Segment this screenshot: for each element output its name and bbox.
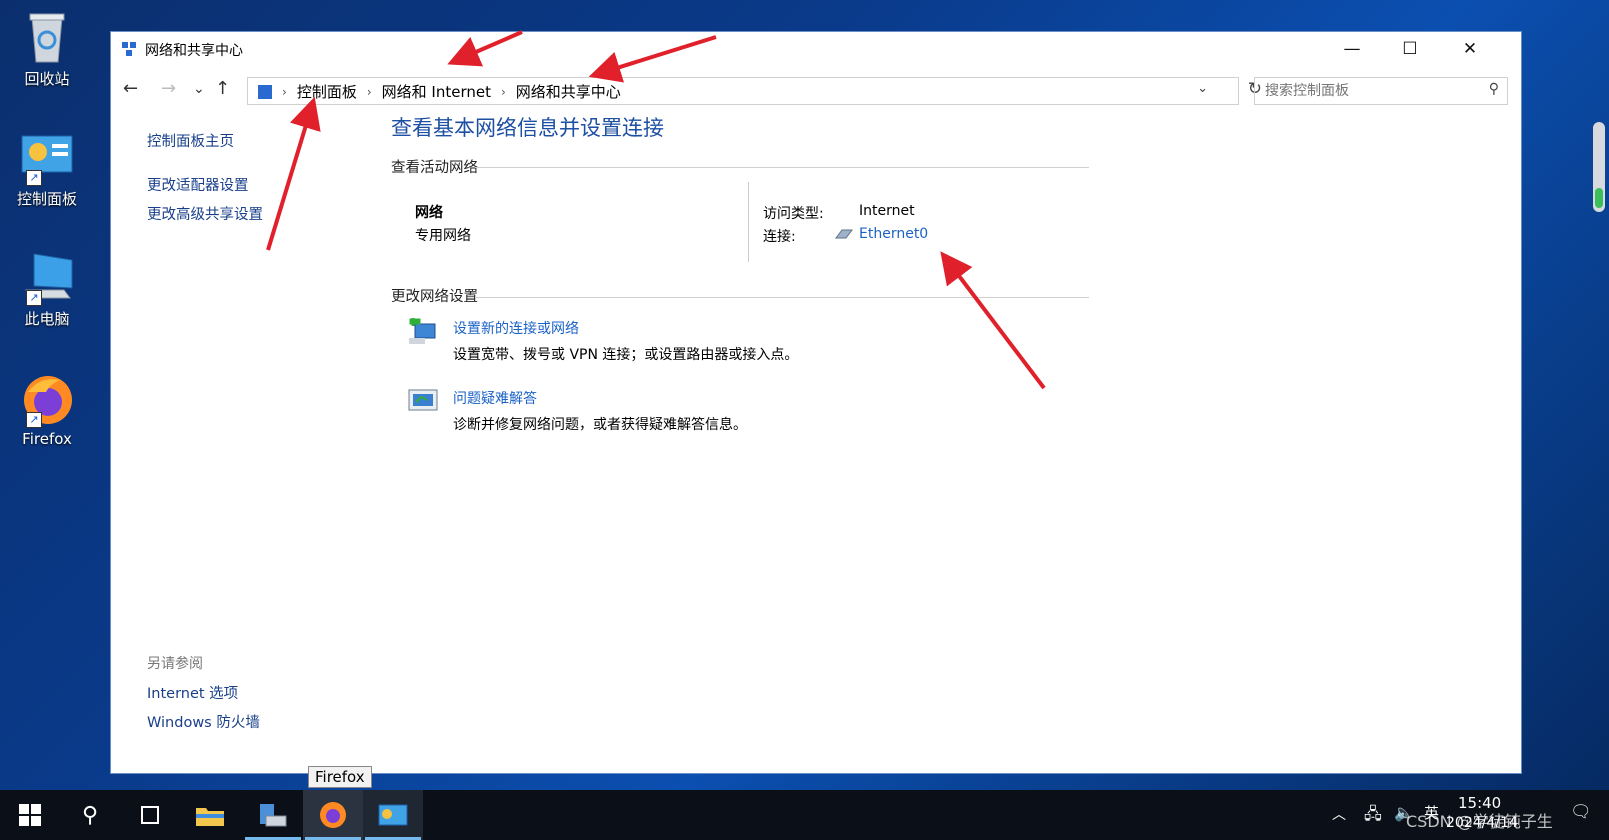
- maximize-button[interactable]: ☐: [1381, 32, 1439, 66]
- new-connection-icon: [407, 316, 439, 348]
- troubleshoot-link[interactable]: 问题疑难解答: [453, 388, 537, 408]
- search-box[interactable]: ⚲: [1254, 77, 1508, 105]
- taskbar-tooltip: Firefox: [308, 766, 372, 788]
- recent-locations-icon[interactable]: ⌄: [193, 81, 205, 97]
- window-title: 网络和共享中心: [145, 43, 243, 59]
- ethernet-connection-link[interactable]: Ethernet0: [859, 226, 928, 242]
- desktop-icon-recycle-bin[interactable]: 回收站: [8, 10, 86, 89]
- desktop-icon-label: 此电脑: [24, 310, 70, 328]
- sidebar-link-windows-firewall[interactable]: Windows 防火墙: [147, 711, 260, 732]
- desktop-icon-label: 回收站: [24, 70, 70, 88]
- see-also-heading: 另请参阅: [147, 656, 203, 672]
- minimize-button[interactable]: —: [1323, 32, 1381, 66]
- computer-icon: ↗: [20, 250, 74, 306]
- section-divider: [475, 167, 1089, 168]
- desktop-icon-label: Firefox: [22, 430, 72, 448]
- desktop-icon-firefox[interactable]: ↗ Firefox: [8, 372, 86, 448]
- breadcrumb-item-network-sharing[interactable]: 网络和共享中心: [516, 81, 621, 102]
- breadcrumb: › 控制面板 › 网络和 Internet › 网络和共享中心: [258, 81, 621, 102]
- control-panel-small-icon: [258, 84, 272, 99]
- firefox-icon: ↗: [20, 372, 74, 428]
- desktop-icon-this-pc[interactable]: ↗ 此电脑: [8, 250, 86, 329]
- setup-connection-description: 设置宽带、拨号或 VPN 连接；或设置路由器或接入点。: [453, 347, 799, 363]
- watermark-text: CSDN @学徒钝子生: [1406, 812, 1553, 831]
- shortcut-arrow-icon: ↗: [26, 170, 42, 186]
- network-name: 网络: [415, 205, 443, 221]
- connection-label: 连接:: [763, 229, 796, 245]
- shortcut-arrow-icon: ↗: [26, 412, 42, 428]
- back-arrow-icon[interactable]: ←: [123, 78, 138, 99]
- setup-connection-link[interactable]: 设置新的连接或网络: [453, 318, 579, 338]
- start-button[interactable]: [0, 790, 60, 840]
- address-bar[interactable]: › 控制面板 › 网络和 Internet › 网络和共享中心 ⌄ ↻: [247, 77, 1262, 105]
- forward-arrow-icon[interactable]: →: [161, 78, 176, 99]
- firefox-taskbar-icon[interactable]: [303, 790, 363, 840]
- windows-logo-icon: [19, 804, 41, 826]
- control-panel-taskbar-icon[interactable]: [363, 790, 423, 840]
- shortcut-arrow-icon: ↗: [26, 290, 42, 306]
- chevron-up-icon[interactable]: ︿: [1332, 804, 1346, 824]
- title-bar[interactable]: 网络和共享中心 — ☐ ✕: [111, 32, 1521, 66]
- scroll-thumb[interactable]: [1595, 188, 1603, 208]
- control-panel-icon: ↗: [20, 130, 74, 186]
- chevron-right-icon[interactable]: ›: [501, 85, 506, 99]
- troubleshoot-icon: [407, 386, 439, 418]
- breadcrumb-item-control-panel[interactable]: 控制面板: [297, 81, 357, 102]
- network-type: 专用网络: [415, 228, 471, 244]
- sidebar-link-advanced-sharing[interactable]: 更改高级共享设置: [147, 203, 263, 224]
- breadcrumb-item-network-internet[interactable]: 网络和 Internet: [382, 81, 491, 102]
- page-title: 查看基本网络信息并设置连接: [391, 116, 664, 140]
- up-arrow-icon[interactable]: ↑: [215, 78, 230, 99]
- side-scrollbar[interactable]: [1593, 122, 1605, 212]
- desktop-icon-label: 控制面板: [16, 190, 77, 208]
- active-networks-heading: 查看活动网络: [391, 160, 478, 176]
- vertical-divider: [748, 182, 749, 262]
- section-divider: [475, 297, 1089, 298]
- network-status-icon[interactable]: 🖧: [1364, 803, 1382, 830]
- sidebar-link-adapter-settings[interactable]: 更改适配器设置: [147, 174, 249, 195]
- ethernet-icon: [834, 228, 854, 240]
- network-icon: [121, 41, 137, 57]
- desktop-icon-control-panel[interactable]: ↗ 控制面板: [8, 130, 86, 209]
- sidebar-link-internet-options[interactable]: Internet 选项: [147, 682, 238, 703]
- chevron-down-icon[interactable]: ⌄: [1197, 81, 1208, 96]
- close-button[interactable]: ✕: [1441, 32, 1499, 66]
- task-view-icon[interactable]: [120, 790, 180, 840]
- troubleshoot-description: 诊断并修复网络问题，或者获得疑难解答信息。: [453, 417, 747, 433]
- access-type-value: Internet: [859, 203, 915, 219]
- change-settings-heading: 更改网络设置: [391, 289, 478, 305]
- search-taskbar-icon[interactable]: ⚲: [60, 790, 120, 840]
- system-tray: ︿ 🖧 🔈 英 15:40 2024/4/14 CSDN @学徒钝子生 🗨: [1320, 790, 1609, 840]
- access-type-label: 访问类型:: [763, 206, 824, 222]
- notification-center-icon[interactable]: 🗨: [1570, 802, 1592, 822]
- search-icon[interactable]: ⚲: [1489, 81, 1499, 97]
- chevron-right-icon[interactable]: ›: [367, 85, 372, 99]
- recycle-bin-icon: [20, 10, 74, 64]
- navigation-bar: ← → ⌄ ↑ › 控制面板 › 网络和 Internet › 网络和共享中心 …: [111, 72, 1521, 108]
- network-sharing-center-window: 网络和共享中心 — ☐ ✕ ← → ⌄ ↑ › 控制面板 › 网络和 Inter…: [110, 31, 1522, 774]
- search-input[interactable]: [1263, 82, 1477, 100]
- file-explorer-icon[interactable]: [180, 790, 240, 840]
- sidebar-link-control-panel-home[interactable]: 控制面板主页: [147, 130, 234, 151]
- server-manager-icon[interactable]: [243, 790, 303, 840]
- chevron-right-icon[interactable]: ›: [282, 85, 287, 99]
